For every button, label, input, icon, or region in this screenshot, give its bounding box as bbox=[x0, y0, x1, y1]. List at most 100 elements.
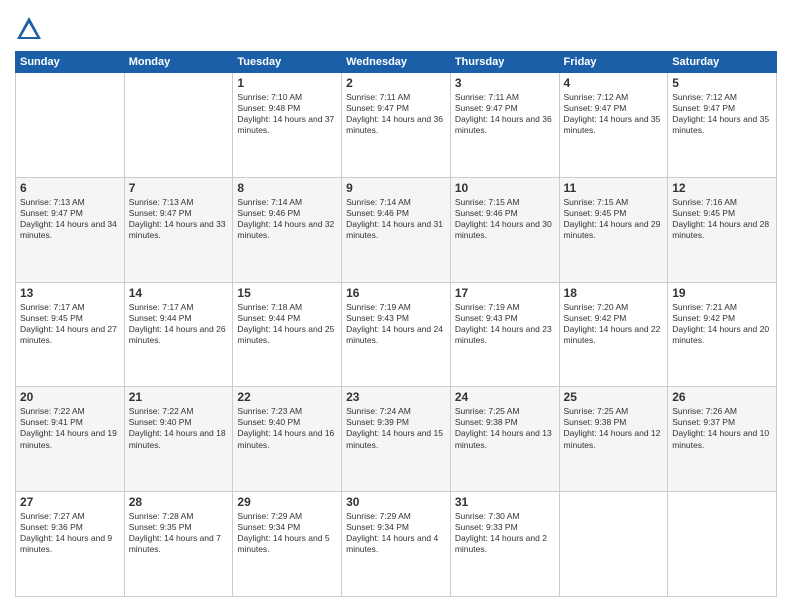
day-number: 26 bbox=[672, 390, 772, 404]
day-number: 4 bbox=[564, 76, 664, 90]
day-number: 24 bbox=[455, 390, 555, 404]
cell-line: Sunrise: 7:26 AM bbox=[672, 406, 737, 416]
cell-line: Daylight: 14 hours and 34 minutes. bbox=[20, 219, 117, 240]
day-number: 5 bbox=[672, 76, 772, 90]
day-number: 9 bbox=[346, 181, 446, 195]
cell-content: Sunrise: 7:22 AMSunset: 9:41 PMDaylight:… bbox=[20, 406, 120, 450]
cell-content: Sunrise: 7:19 AMSunset: 9:43 PMDaylight:… bbox=[455, 302, 555, 346]
cell-line: Sunrise: 7:14 AM bbox=[346, 197, 411, 207]
cell-line: Daylight: 14 hours and 30 minutes. bbox=[455, 219, 552, 240]
cell-line: Sunrise: 7:12 AM bbox=[564, 92, 629, 102]
cell-line: Sunrise: 7:21 AM bbox=[672, 302, 737, 312]
cell-content: Sunrise: 7:17 AMSunset: 9:45 PMDaylight:… bbox=[20, 302, 120, 346]
cell-content: Sunrise: 7:26 AMSunset: 9:37 PMDaylight:… bbox=[672, 406, 772, 450]
cell-line: Sunset: 9:42 PM bbox=[564, 313, 627, 323]
cell-line: Sunset: 9:47 PM bbox=[672, 103, 735, 113]
cell-line: Sunset: 9:47 PM bbox=[564, 103, 627, 113]
day-number: 21 bbox=[129, 390, 229, 404]
cell-line: Sunrise: 7:25 AM bbox=[564, 406, 629, 416]
cell-line: Daylight: 14 hours and 13 minutes. bbox=[455, 428, 552, 449]
cell-line: Sunrise: 7:15 AM bbox=[564, 197, 629, 207]
cell-content: Sunrise: 7:15 AMSunset: 9:46 PMDaylight:… bbox=[455, 197, 555, 241]
calendar-day-header: Sunday bbox=[16, 52, 125, 73]
day-number: 23 bbox=[346, 390, 446, 404]
cell-line: Sunset: 9:34 PM bbox=[346, 522, 409, 532]
cell-line: Daylight: 14 hours and 32 minutes. bbox=[237, 219, 334, 240]
cell-line: Sunset: 9:40 PM bbox=[129, 417, 192, 427]
calendar-week-row: 1Sunrise: 7:10 AMSunset: 9:48 PMDaylight… bbox=[16, 73, 777, 178]
calendar-table: SundayMondayTuesdayWednesdayThursdayFrid… bbox=[15, 51, 777, 597]
cell-content: Sunrise: 7:17 AMSunset: 9:44 PMDaylight:… bbox=[129, 302, 229, 346]
cell-line: Sunset: 9:47 PM bbox=[20, 208, 83, 218]
cell-content: Sunrise: 7:14 AMSunset: 9:46 PMDaylight:… bbox=[237, 197, 337, 241]
cell-line: Daylight: 14 hours and 15 minutes. bbox=[346, 428, 443, 449]
day-number: 29 bbox=[237, 495, 337, 509]
cell-line: Daylight: 14 hours and 18 minutes. bbox=[129, 428, 226, 449]
cell-line: Daylight: 14 hours and 27 minutes. bbox=[20, 324, 117, 345]
cell-content: Sunrise: 7:27 AMSunset: 9:36 PMDaylight:… bbox=[20, 511, 120, 555]
header bbox=[15, 15, 777, 43]
cell-line: Sunset: 9:46 PM bbox=[455, 208, 518, 218]
cell-content: Sunrise: 7:18 AMSunset: 9:44 PMDaylight:… bbox=[237, 302, 337, 346]
cell-line: Sunrise: 7:14 AM bbox=[237, 197, 302, 207]
cell-line: Sunset: 9:41 PM bbox=[20, 417, 83, 427]
cell-content: Sunrise: 7:29 AMSunset: 9:34 PMDaylight:… bbox=[346, 511, 446, 555]
cell-line: Daylight: 14 hours and 2 minutes. bbox=[455, 533, 547, 554]
cell-line: Daylight: 14 hours and 10 minutes. bbox=[672, 428, 769, 449]
day-number: 6 bbox=[20, 181, 120, 195]
cell-line: Sunset: 9:40 PM bbox=[237, 417, 300, 427]
cell-line: Daylight: 14 hours and 9 minutes. bbox=[20, 533, 112, 554]
cell-line: Sunset: 9:46 PM bbox=[237, 208, 300, 218]
calendar-cell bbox=[668, 492, 777, 597]
cell-content: Sunrise: 7:16 AMSunset: 9:45 PMDaylight:… bbox=[672, 197, 772, 241]
calendar-cell: 11Sunrise: 7:15 AMSunset: 9:45 PMDayligh… bbox=[559, 177, 668, 282]
cell-line: Daylight: 14 hours and 25 minutes. bbox=[237, 324, 334, 345]
page: SundayMondayTuesdayWednesdayThursdayFrid… bbox=[0, 0, 792, 612]
day-number: 11 bbox=[564, 181, 664, 195]
day-number: 22 bbox=[237, 390, 337, 404]
cell-line: Sunset: 9:47 PM bbox=[346, 103, 409, 113]
cell-line: Sunrise: 7:20 AM bbox=[564, 302, 629, 312]
calendar-cell: 29Sunrise: 7:29 AMSunset: 9:34 PMDayligh… bbox=[233, 492, 342, 597]
cell-line: Sunrise: 7:28 AM bbox=[129, 511, 194, 521]
calendar-cell: 7Sunrise: 7:13 AMSunset: 9:47 PMDaylight… bbox=[124, 177, 233, 282]
cell-line: Daylight: 14 hours and 23 minutes. bbox=[455, 324, 552, 345]
day-number: 3 bbox=[455, 76, 555, 90]
cell-content: Sunrise: 7:12 AMSunset: 9:47 PMDaylight:… bbox=[672, 92, 772, 136]
cell-content: Sunrise: 7:10 AMSunset: 9:48 PMDaylight:… bbox=[237, 92, 337, 136]
day-number: 15 bbox=[237, 286, 337, 300]
cell-line: Daylight: 14 hours and 31 minutes. bbox=[346, 219, 443, 240]
cell-line: Sunset: 9:36 PM bbox=[20, 522, 83, 532]
cell-line: Sunset: 9:37 PM bbox=[672, 417, 735, 427]
calendar-cell: 16 Sunrise: 7:19 AMSunset: 9:43 PMDayligh… bbox=[342, 282, 451, 387]
cell-line: Sunrise: 7:30 AM bbox=[455, 511, 520, 521]
cell-content: Sunrise: 7:23 AMSunset: 9:40 PMDaylight:… bbox=[237, 406, 337, 450]
logo-icon bbox=[15, 15, 43, 43]
calendar-cell: 20Sunrise: 7:22 AMSunset: 9:41 PMDayligh… bbox=[16, 387, 125, 492]
cell-line: Sunrise: 7:16 AM bbox=[672, 197, 737, 207]
cell-line: Sunset: 9:44 PM bbox=[129, 313, 192, 323]
cell-line: Sunset: 9:48 PM bbox=[237, 103, 300, 113]
cell-line: Daylight: 14 hours and 36 minutes. bbox=[346, 114, 443, 135]
calendar-cell: 2Sunrise: 7:11 AMSunset: 9:47 PMDaylight… bbox=[342, 73, 451, 178]
day-number: 16 bbox=[346, 286, 446, 300]
calendar-cell: 1Sunrise: 7:10 AMSunset: 9:48 PMDaylight… bbox=[233, 73, 342, 178]
calendar-cell bbox=[16, 73, 125, 178]
calendar-day-header: Saturday bbox=[668, 52, 777, 73]
cell-line: Daylight: 14 hours and 7 minutes. bbox=[129, 533, 221, 554]
cell-content: Sunrise: 7:20 AMSunset: 9:42 PMDaylight:… bbox=[564, 302, 664, 346]
cell-line: Sunrise: 7:11 AM bbox=[346, 92, 410, 102]
cell-content: Sunrise: 7:21 AMSunset: 9:42 PMDaylight:… bbox=[672, 302, 772, 346]
calendar-cell: 30Sunrise: 7:29 AMSunset: 9:34 PMDayligh… bbox=[342, 492, 451, 597]
calendar-cell bbox=[559, 492, 668, 597]
cell-content: Sunrise: 7:22 AMSunset: 9:40 PMDaylight:… bbox=[129, 406, 229, 450]
cell-content: Sunrise: 7:19 AMSunset: 9:43 PMDaylight:… bbox=[346, 302, 446, 346]
cell-line: Daylight: 14 hours and 19 minutes. bbox=[20, 428, 117, 449]
cell-line: Sunrise: 7:22 AM bbox=[20, 406, 85, 416]
calendar-cell: 4Sunrise: 7:12 AMSunset: 9:47 PMDaylight… bbox=[559, 73, 668, 178]
day-number: 18 bbox=[564, 286, 664, 300]
calendar-cell: 26 Sunrise: 7:26 AMSunset: 9:37 PMDayligh… bbox=[668, 387, 777, 492]
cell-line: Sunset: 9:47 PM bbox=[455, 103, 518, 113]
cell-line: Sunset: 9:39 PM bbox=[346, 417, 409, 427]
cell-line: Daylight: 14 hours and 22 minutes. bbox=[564, 324, 661, 345]
